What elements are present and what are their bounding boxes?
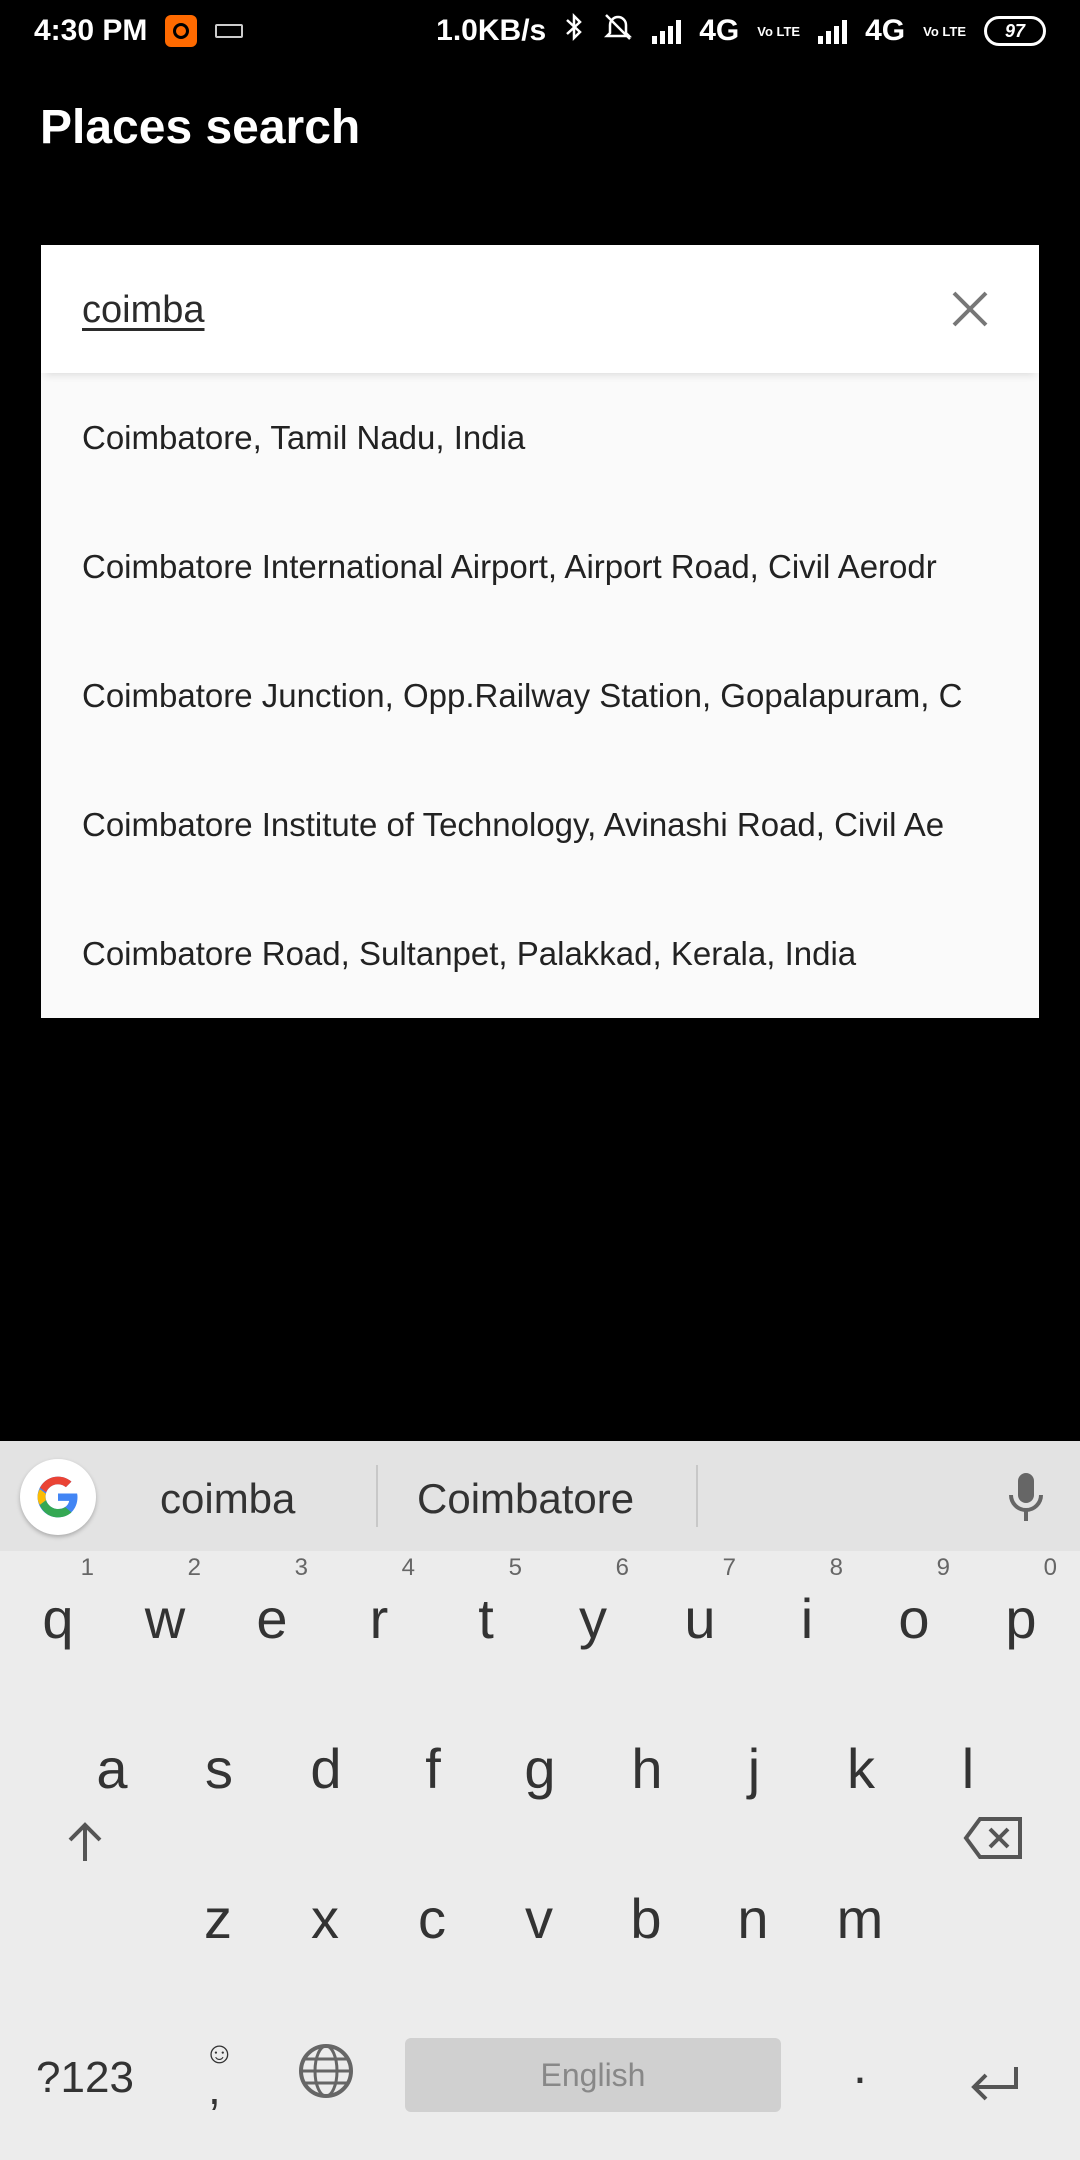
- key-hint: 7: [722, 1554, 736, 1581]
- key-h[interactable]: h: [597, 1736, 697, 1801]
- key-label: p: [1005, 1587, 1037, 1650]
- key-label: y: [579, 1587, 607, 1650]
- key-z[interactable]: z: [168, 1886, 268, 1951]
- keyboard-suggestion[interactable]: Coimbatore: [417, 1475, 634, 1523]
- key-hint: 1: [80, 1554, 94, 1581]
- key-e[interactable]: 3e: [222, 1554, 322, 1651]
- key-label: r: [369, 1587, 389, 1650]
- network-speed: 1.0KB/s: [436, 14, 547, 47]
- suggestion-item[interactable]: Coimbatore Institute of Technology, Avin…: [41, 760, 1039, 889]
- key-label: w: [144, 1587, 186, 1650]
- clear-icon[interactable]: [946, 285, 994, 333]
- network-type-1: 4G: [699, 14, 740, 47]
- signal-strength-icon-2: [818, 18, 848, 44]
- enter-key[interactable]: [944, 2051, 1044, 2116]
- key-d[interactable]: d: [276, 1736, 376, 1801]
- suggestion-item[interactable]: Coimbatore Junction, Opp.Railway Station…: [41, 631, 1039, 760]
- keyboard-suggestion-strip: coimba Coimbatore: [0, 1441, 1080, 1551]
- microphone-icon[interactable]: [1006, 1469, 1046, 1529]
- suggestion-item[interactable]: Coimbatore International Airport, Airpor…: [41, 502, 1039, 631]
- battery-icon: 97: [984, 16, 1046, 46]
- volte-label-1: Vo LTE: [757, 23, 801, 39]
- key-c[interactable]: c: [382, 1886, 482, 1951]
- key-o[interactable]: 9o: [864, 1554, 964, 1651]
- places-autocomplete-card: coimba Coimbatore, Tamil Nadu, India Coi…: [41, 245, 1039, 1018]
- key-u[interactable]: 7u: [650, 1554, 750, 1651]
- key-r[interactable]: 4r: [329, 1554, 429, 1651]
- page-title: Places search: [40, 101, 361, 154]
- volte-label-2: Vo LTE: [923, 23, 966, 39]
- suggestion-item[interactable]: Coimbatore, Tamil Nadu, India: [41, 373, 1039, 502]
- keyboard-notification-icon: [215, 24, 244, 38]
- keyboard-suggestion[interactable]: coimba: [160, 1475, 295, 1523]
- key-m[interactable]: m: [810, 1886, 910, 1951]
- signal-strength-icon: [652, 18, 682, 44]
- key-s[interactable]: s: [169, 1736, 269, 1801]
- key-x[interactable]: x: [275, 1886, 375, 1951]
- language-globe-icon[interactable]: [276, 2043, 376, 2112]
- suggestion-item[interactable]: Coimbatore Road, Sultanpet, Palakkad, Ke…: [41, 889, 1039, 1018]
- key-l[interactable]: l: [918, 1736, 1018, 1801]
- key-w[interactable]: 2w: [115, 1554, 215, 1651]
- search-input[interactable]: coimba: [82, 289, 205, 332]
- shift-key[interactable]: [35, 1815, 135, 1880]
- key-j[interactable]: j: [704, 1736, 804, 1801]
- key-hint: 2: [187, 1554, 201, 1581]
- key-k[interactable]: k: [811, 1736, 911, 1801]
- search-field[interactable]: coimba: [41, 245, 1039, 373]
- key-i[interactable]: 8i: [757, 1554, 857, 1651]
- soft-keyboard: coimba Coimbatore 1q2w3e4r5t6y7u8i9o0p a…: [0, 1441, 1080, 2160]
- key-label: q: [42, 1587, 74, 1650]
- key-hint: 4: [401, 1554, 415, 1581]
- key-hint: 6: [615, 1554, 629, 1581]
- network-type-2: 4G: [865, 14, 906, 47]
- battery-level: 97: [1004, 20, 1026, 41]
- key-t[interactable]: 5t: [436, 1554, 536, 1651]
- key-label: t: [478, 1587, 494, 1650]
- google-icon[interactable]: [20, 1459, 96, 1535]
- key-hint: 8: [829, 1554, 843, 1581]
- key-hint: 0: [1043, 1554, 1057, 1581]
- key-label: u: [684, 1587, 716, 1650]
- key-f[interactable]: f: [383, 1736, 483, 1801]
- key-label: e: [256, 1587, 288, 1650]
- key-n[interactable]: n: [703, 1886, 803, 1951]
- app-notification-icon: [165, 15, 198, 47]
- bluetooth-icon: [564, 12, 584, 50]
- backspace-key[interactable]: [944, 1811, 1044, 1876]
- key-hint: 3: [294, 1554, 308, 1581]
- clock: 4:30 PM: [34, 14, 148, 47]
- suggestion-list: Coimbatore, Tamil Nadu, India Coimbatore…: [41, 373, 1039, 1018]
- silent-bell-icon: [602, 11, 634, 51]
- symbols-key[interactable]: ?123: [25, 2053, 145, 2103]
- key-hint: 9: [936, 1554, 950, 1581]
- key-hint: 5: [508, 1554, 522, 1581]
- status-bar: 4:30 PM 1.0KB/s 4G Vo LTE 4G Vo LTE 97: [0, 0, 1080, 62]
- suggestion-divider: [696, 1465, 698, 1527]
- key-q[interactable]: 1q: [8, 1554, 108, 1651]
- key-label: i: [800, 1587, 814, 1650]
- key-y[interactable]: 6y: [543, 1554, 643, 1651]
- key-g[interactable]: g: [490, 1736, 590, 1801]
- suggestion-divider: [376, 1465, 378, 1527]
- key-b[interactable]: b: [596, 1886, 696, 1951]
- key-v[interactable]: v: [489, 1886, 589, 1951]
- period-key[interactable]: .: [810, 2037, 910, 2095]
- key-a[interactable]: a: [62, 1736, 162, 1801]
- key-label: o: [898, 1587, 930, 1650]
- space-bar[interactable]: English: [405, 2038, 781, 2112]
- key-p[interactable]: 0p: [971, 1554, 1071, 1651]
